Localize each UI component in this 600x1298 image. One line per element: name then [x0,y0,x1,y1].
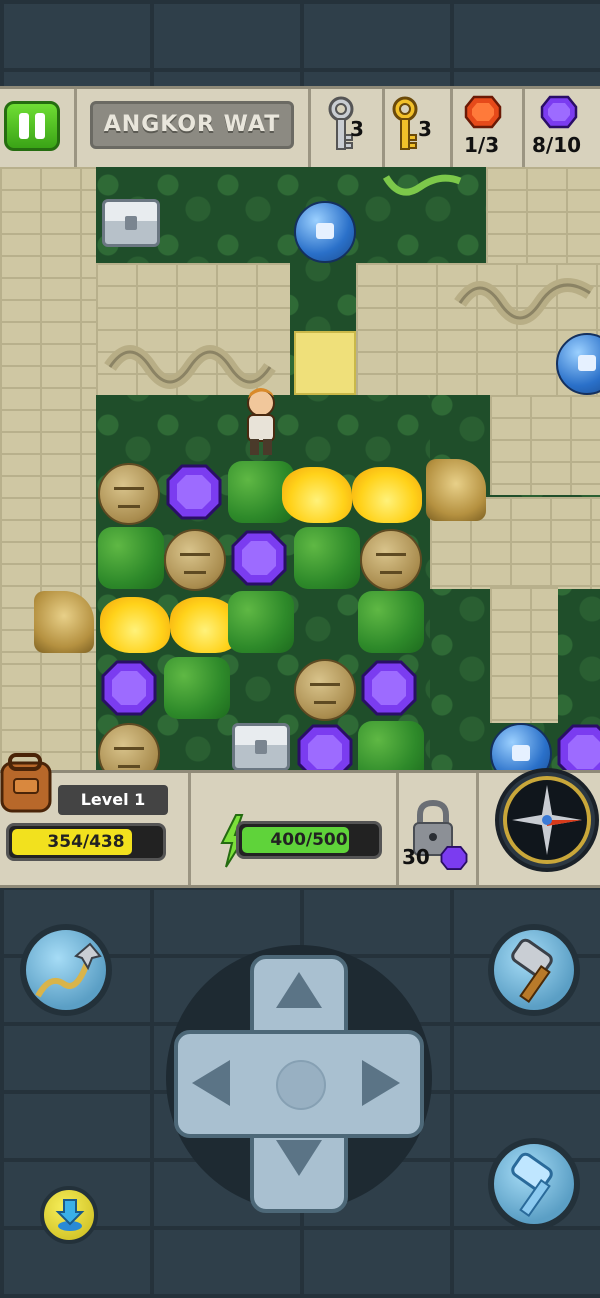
divider [476,773,479,885]
purple-gem [231,530,287,586]
lock-cost: 30 [402,845,430,869]
boulder [294,659,356,721]
energy-text: 400/500 [270,830,348,850]
hammer-button[interactable] [488,924,580,1016]
divider [450,89,453,167]
stone-wall [490,395,600,495]
leaf-bush [228,591,294,653]
green-snake-icon [382,174,462,196]
dragon-statue [426,459,486,521]
divider [188,773,191,885]
divider [396,773,399,885]
leaf-bush [164,657,230,719]
quick-action-button[interactable] [40,1186,98,1244]
purple-gem-icon [540,95,578,129]
pause-button[interactable] [4,101,60,151]
top-brick-wall [0,0,600,92]
fire-hazard [352,467,422,523]
backpack-icon[interactable] [0,753,54,817]
snake-carving-icon [104,345,276,389]
top-hud: ANGKOR WAT 3 3 1/3 8/10 [0,86,600,170]
xp-bar: 354/438 [6,823,166,861]
divider [308,89,311,167]
blue-bubble [294,201,356,263]
purple-gem [101,660,157,716]
dragon-statue [34,591,94,653]
compass-icon[interactable] [494,767,600,873]
gold-key-icon [392,96,418,150]
purple-gem [361,660,417,716]
stone-wall [486,167,600,267]
boulder [360,529,422,591]
stone-wall [490,587,558,723]
rope-hook-icon [35,942,102,998]
sand-block [294,331,356,395]
divider [74,89,77,167]
energy-bar: 400/500 [236,821,382,859]
treasure-chest [232,723,290,771]
dpad-down-button[interactable] [254,1136,344,1206]
player-level: Level 1 [58,785,168,815]
dpad-center [276,1060,326,1110]
download-arrow-icon [55,1199,85,1231]
boulder [98,463,160,525]
red-gem-icon [464,95,502,129]
explorer-character [247,388,275,455]
snake-carving-icon [454,278,594,325]
game-board[interactable] [0,167,600,787]
gold-key-count: 3 [418,117,432,141]
ice-hammer-icon [511,1152,553,1218]
purple-gem-count: 8/10 [532,133,582,157]
ice-hammer-button[interactable] [488,1138,580,1230]
fire-hazard [100,597,170,653]
dpad-left-button[interactable] [180,1034,254,1134]
red-gem-count: 1/3 [464,133,500,157]
xp-text: 354/438 [47,832,125,852]
silver-key-count: 3 [350,117,364,141]
fire-hazard [282,467,352,523]
level-title: ANGKOR WAT [90,101,294,149]
boulder [164,529,226,591]
leaf-bush [358,591,424,653]
treasure-chest [102,199,160,247]
purple-gem [166,464,222,520]
status-bar: Level 1 354/438 400/500 30 [0,753,600,888]
leaf-bush [98,527,164,589]
purple-gem-icon [440,846,468,870]
leaf-bush [294,527,360,589]
rope-hook-button[interactable] [20,924,112,1016]
hammer-icon [511,938,553,1004]
divider [382,89,385,167]
dpad-up-button[interactable] [254,960,344,1030]
dpad-right-button[interactable] [344,1034,418,1134]
divider [522,89,525,167]
